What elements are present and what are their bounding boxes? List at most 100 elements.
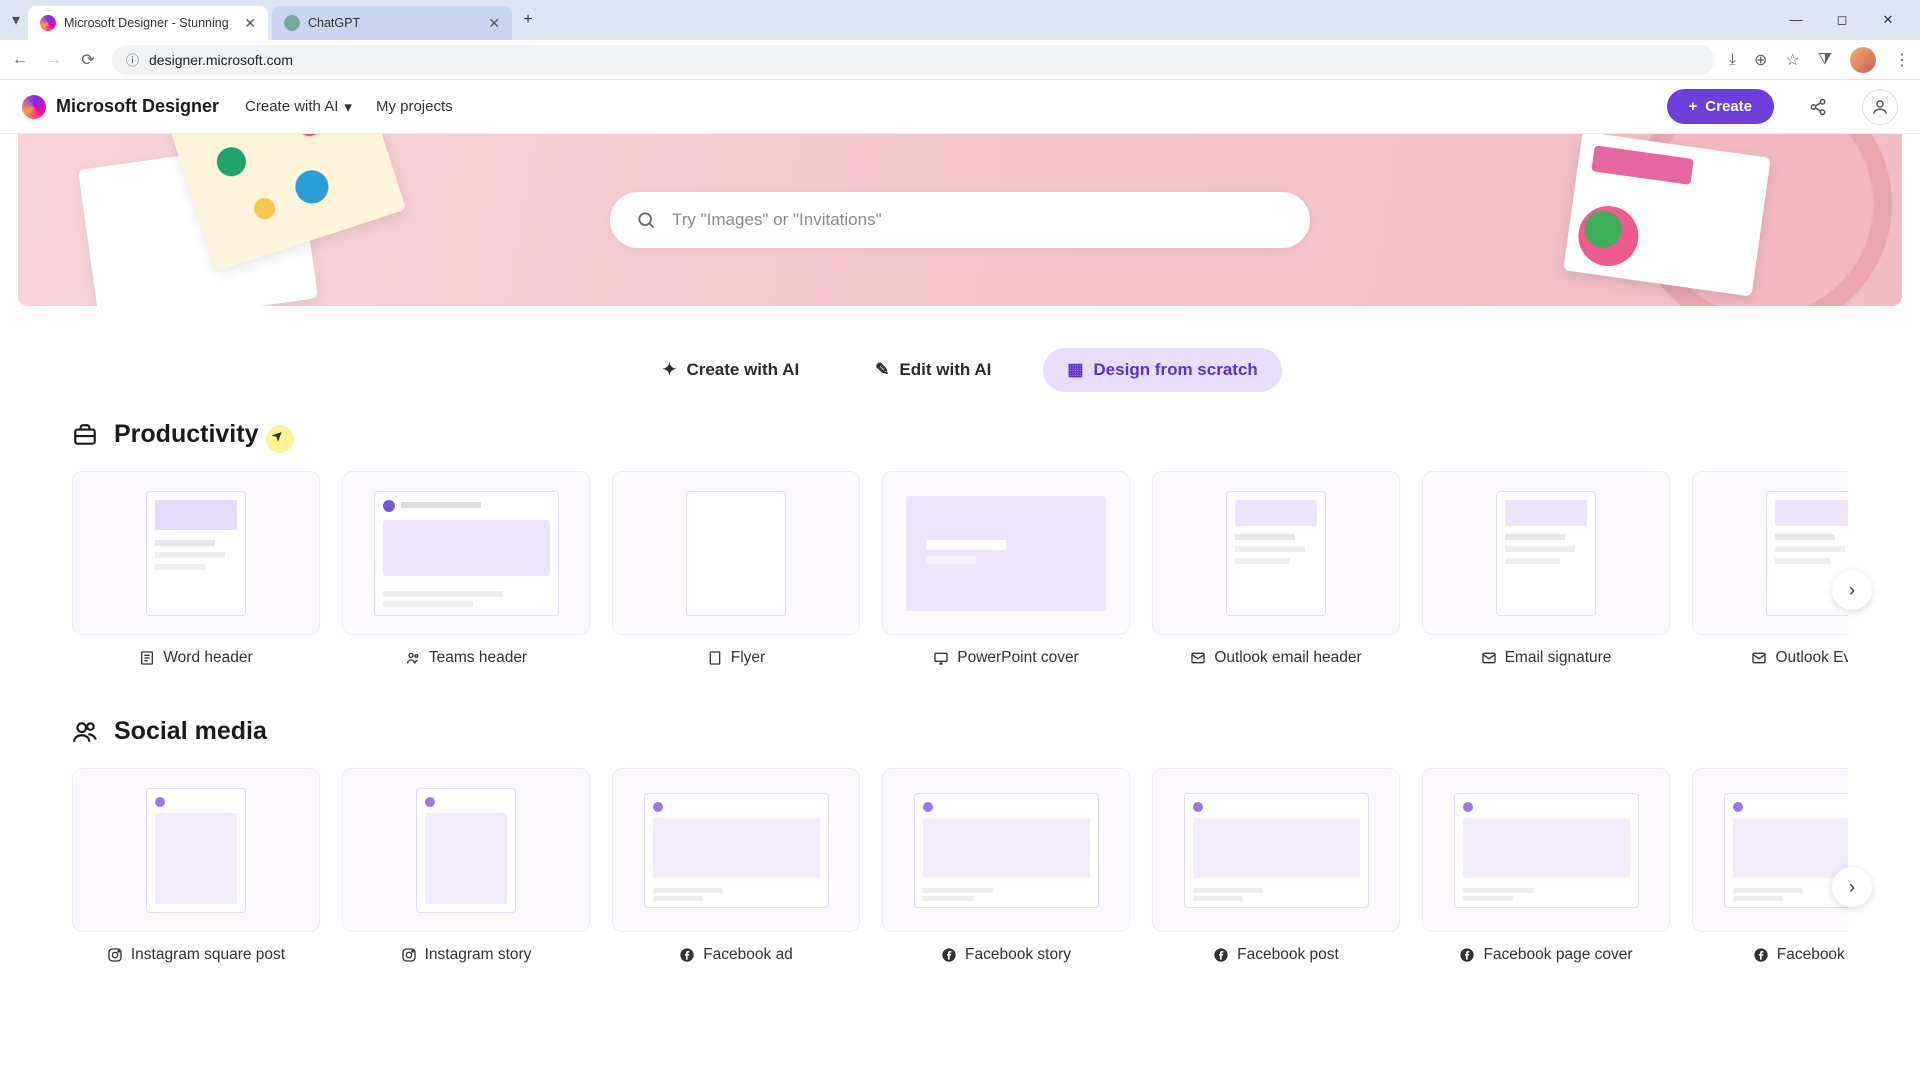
extensions-icon[interactable]: ⧩: [1818, 51, 1832, 69]
search-icon: [636, 210, 656, 230]
template-thumbnail: [1152, 768, 1400, 932]
template-label: Outlook Eventif: [1775, 649, 1848, 667]
template-card-social-5[interactable]: Facebook page cover: [1422, 768, 1670, 964]
template-thumbnail: [882, 768, 1130, 932]
section-title: Productivity: [114, 420, 258, 449]
template-label-row: Email signature: [1422, 649, 1670, 667]
fb-icon: [679, 947, 695, 963]
back-button[interactable]: ←: [10, 51, 30, 69]
tab-edit-with-ai[interactable]: ✎ Edit with AI: [851, 348, 1015, 392]
template-card-productivity-2[interactable]: Flyer: [612, 471, 860, 667]
template-label: Outlook email header: [1214, 649, 1361, 667]
ig-icon: [401, 947, 417, 963]
bookmark-icon[interactable]: ☆: [1785, 50, 1799, 70]
maximize-button[interactable]: ◻: [1828, 12, 1856, 28]
nav-my-projects[interactable]: My projects: [376, 98, 453, 116]
section-title: Social media: [114, 717, 267, 746]
template-card-social-0[interactable]: Instagram square post: [72, 768, 320, 964]
template-label-row: Facebook post: [1152, 946, 1400, 964]
tabs-dropdown[interactable]: ▾: [6, 10, 26, 30]
url-field[interactable]: ⓘ designer.microsoft.com: [112, 45, 1715, 75]
template-card-social-4[interactable]: Facebook post: [1152, 768, 1400, 964]
wand-icon: ✎: [875, 360, 889, 380]
reload-button[interactable]: ⟳: [78, 50, 98, 70]
logo-icon: [22, 95, 46, 119]
sparkle-icon: ✦: [662, 360, 676, 380]
section-header: Social media: [72, 717, 1848, 746]
template-label-row: Facebook ad: [612, 946, 860, 964]
template-card-productivity-3[interactable]: PowerPoint cover: [882, 471, 1130, 667]
search-input[interactable]: [672, 210, 1284, 230]
template-label: PowerPoint cover: [957, 649, 1078, 667]
people-icon: [72, 719, 98, 745]
section-header: Productivity: [72, 420, 1848, 449]
template-thumbnail: [882, 471, 1130, 635]
nav-create-with-ai[interactable]: Create with AI ▾: [245, 98, 352, 116]
template-thumbnail: [1152, 471, 1400, 635]
share-icon[interactable]: [1800, 89, 1836, 125]
template-label: Instagram square post: [131, 946, 285, 964]
scroll-next-button[interactable]: ›: [1832, 570, 1872, 610]
menu-icon[interactable]: ⋮: [1894, 50, 1910, 70]
window-controls: — ◻ ✕: [1782, 12, 1914, 28]
favicon-chatgpt: [284, 15, 300, 31]
template-label: Facebook story: [965, 946, 1071, 964]
pill-label: Design from scratch: [1093, 360, 1257, 380]
template-thumbnail: [1422, 768, 1670, 932]
chevron-right-icon: ›: [1849, 580, 1855, 601]
ppt-icon: [933, 650, 949, 666]
template-card-productivity-6[interactable]: Outlook Eventif: [1692, 471, 1848, 667]
tab-create-with-ai[interactable]: ✦ Create with AI: [638, 348, 823, 392]
template-label: Facebook page cover: [1483, 946, 1632, 964]
template-label-row: Word header: [72, 649, 320, 667]
forward-button[interactable]: →: [44, 51, 64, 69]
site-info-icon[interactable]: ⓘ: [126, 50, 139, 69]
template-row: Instagram square post Instagram story Face…: [72, 768, 1848, 964]
app-name: Microsoft Designer: [56, 96, 219, 117]
address-bar: ← → ⟳ ⓘ designer.microsoft.com ⤓ ⊕ ☆ ⧩ ⋮: [0, 40, 1920, 80]
template-thumbnail: [72, 471, 320, 635]
template-thumbnail: [612, 768, 860, 932]
template-card-social-3[interactable]: Facebook story: [882, 768, 1130, 964]
template-card-social-6[interactable]: Facebook ever: [1692, 768, 1848, 964]
zoom-icon[interactable]: ⊕: [1754, 50, 1767, 70]
app-logo[interactable]: Microsoft Designer: [22, 95, 219, 119]
minimize-button[interactable]: —: [1782, 12, 1810, 28]
scroll-next-button[interactable]: ›: [1832, 867, 1872, 907]
template-label: Instagram story: [425, 946, 532, 964]
template-card-productivity-0[interactable]: Word header: [72, 471, 320, 667]
plus-icon: +: [1689, 98, 1698, 115]
close-icon[interactable]: ✕: [244, 15, 256, 32]
close-icon[interactable]: ✕: [488, 15, 500, 32]
template-label-row: Outlook email header: [1152, 649, 1400, 667]
template-card-productivity-5[interactable]: Email signature: [1422, 471, 1670, 667]
browser-tab-designer[interactable]: Microsoft Designer - Stunning ✕: [28, 6, 268, 40]
hero-search[interactable]: [610, 192, 1310, 248]
cursor-highlight: [266, 425, 294, 453]
chevron-right-icon: ›: [1849, 877, 1855, 898]
section-social-media: Social media Instagram square postInstag…: [0, 717, 1920, 1014]
template-card-social-2[interactable]: Facebook ad: [612, 768, 860, 964]
close-window-button[interactable]: ✕: [1874, 12, 1902, 28]
browser-chrome: ▾ Microsoft Designer - Stunning ✕ ChatGP…: [0, 0, 1920, 80]
install-app-icon[interactable]: ⤓: [1729, 51, 1736, 69]
template-card-productivity-1[interactable]: Teams header: [342, 471, 590, 667]
account-icon[interactable]: [1862, 89, 1898, 125]
tab-title: Microsoft Designer - Stunning: [64, 16, 236, 30]
template-card-productivity-4[interactable]: Outlook email header: [1152, 471, 1400, 667]
profile-avatar[interactable]: [1850, 47, 1876, 73]
nav-label: Create with AI: [245, 98, 338, 115]
nav-label: My projects: [376, 98, 453, 115]
word-icon: [139, 650, 155, 666]
template-label-row: PowerPoint cover: [882, 649, 1130, 667]
teams-icon: [405, 650, 421, 666]
fb-icon: [1459, 947, 1475, 963]
new-tab-button[interactable]: +: [514, 6, 542, 34]
template-row: Word header Teams header Flyer PowerPoint c…: [72, 471, 1848, 667]
template-label: Teams header: [429, 649, 527, 667]
tab-design-from-scratch[interactable]: ▦ Design from scratch: [1043, 348, 1281, 392]
layout-icon: ▦: [1067, 360, 1083, 380]
template-card-social-1[interactable]: Instagram story: [342, 768, 590, 964]
browser-tab-chatgpt[interactable]: ChatGPT ✕: [272, 6, 512, 40]
create-button[interactable]: + Create: [1667, 89, 1774, 124]
